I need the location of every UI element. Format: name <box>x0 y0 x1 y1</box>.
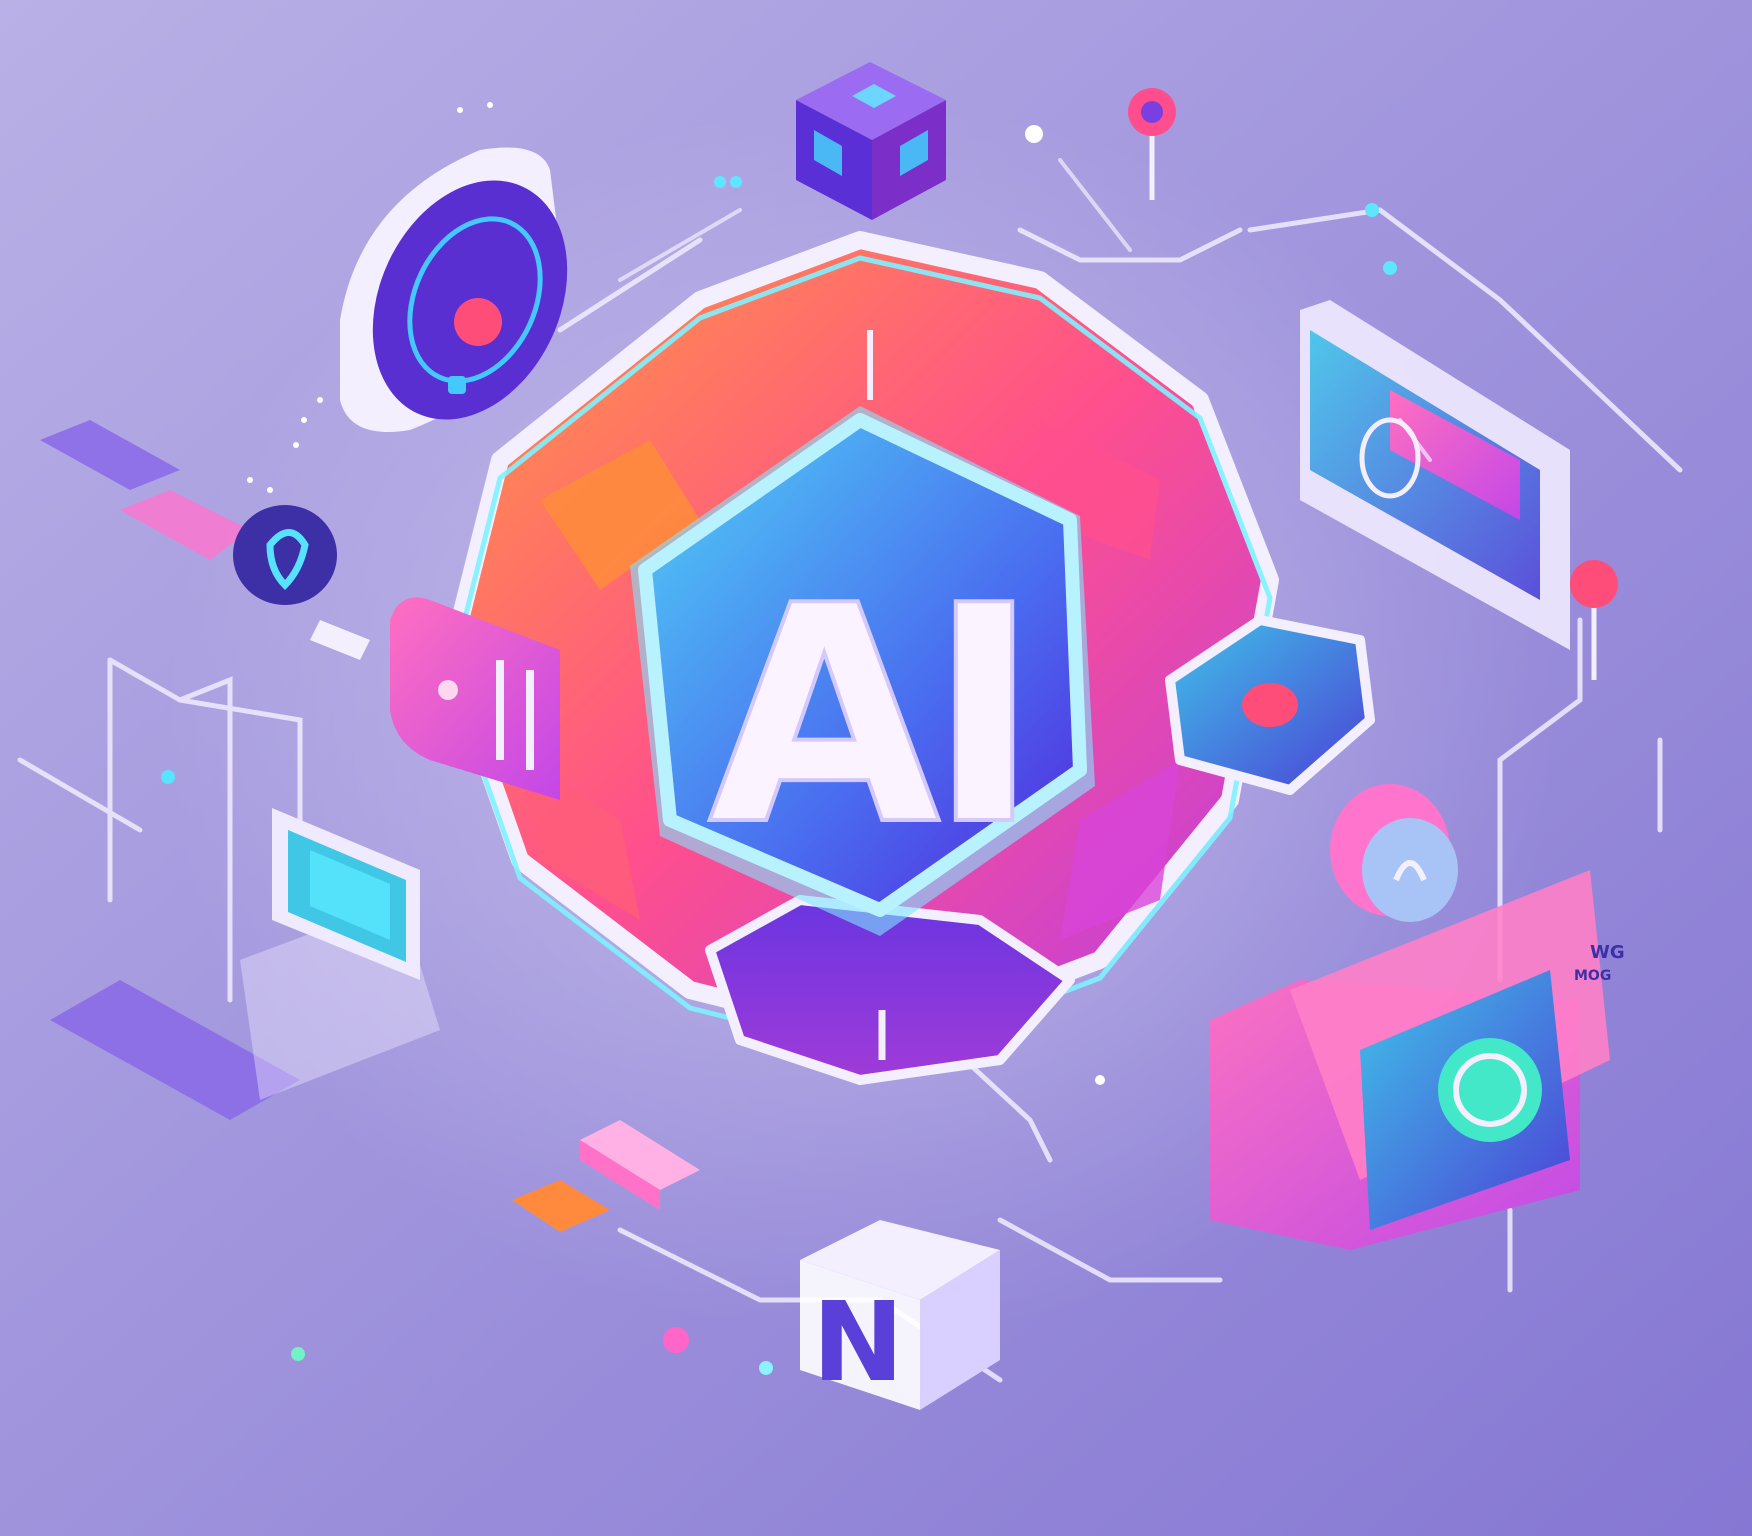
panel-text-2: MOG <box>1574 968 1611 984</box>
ai-illustration-canvas: AI WG MOG N <box>0 0 1752 1536</box>
panel-text-1: WG <box>1590 942 1625 963</box>
ai-logo-text: AI <box>708 542 1028 891</box>
bottom-glyph: N <box>812 1278 904 1406</box>
